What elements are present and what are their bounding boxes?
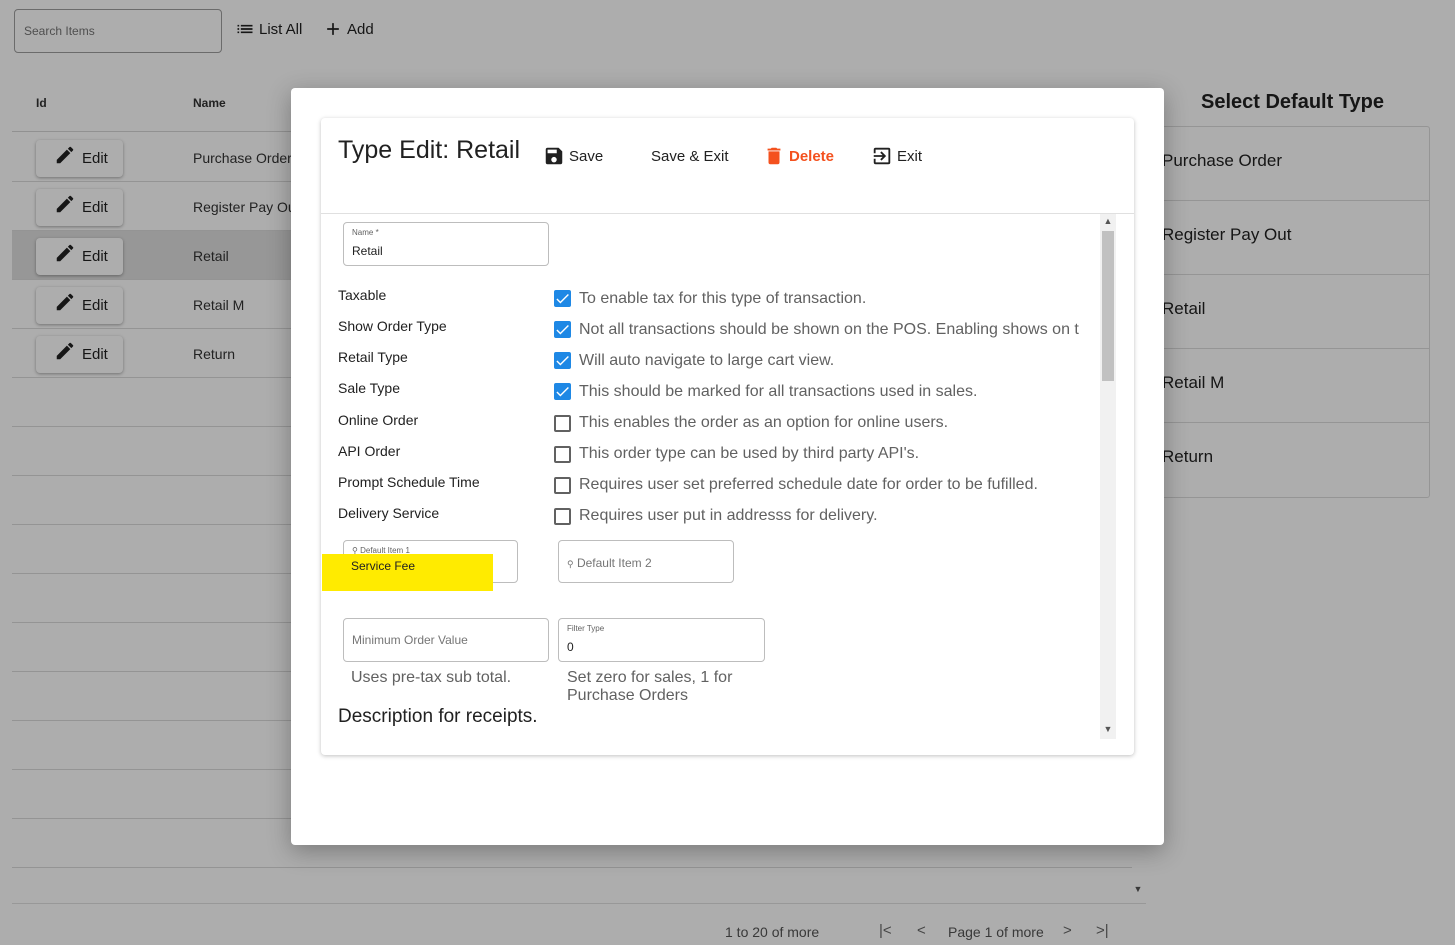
delivery-service-checkbox[interactable] bbox=[554, 508, 571, 525]
option-label-taxable: Taxable bbox=[338, 287, 387, 303]
dialog-body: Name * Retail Taxable To enable tax for … bbox=[321, 214, 1134, 755]
filter-type-field[interactable]: Filter Type 0 bbox=[558, 618, 765, 662]
minimum-order-hint: Uses pre-tax sub total. bbox=[351, 669, 512, 686]
name-field[interactable]: Name * Retail bbox=[343, 222, 549, 266]
search-icon: ⚲ bbox=[567, 559, 574, 569]
name-field-label: Name * bbox=[352, 228, 379, 237]
save-icon bbox=[545, 147, 563, 165]
check-icon bbox=[556, 324, 569, 335]
option-label-delivery-service: Delivery Service bbox=[338, 505, 440, 521]
option-label-api-order: API Order bbox=[338, 443, 401, 459]
check-icon bbox=[556, 293, 569, 304]
filter-type-value: 0 bbox=[567, 640, 574, 654]
name-field-value: Retail bbox=[352, 244, 383, 258]
dialog-header: Type Edit: Retail Save Save & Exit Delet… bbox=[321, 118, 1134, 214]
option-label-sale-type: Sale Type bbox=[338, 380, 401, 396]
description-section-title: Description for receipts. bbox=[338, 706, 538, 727]
online-order-checkbox[interactable] bbox=[554, 415, 571, 432]
check-icon bbox=[556, 355, 569, 366]
taxable-checkbox[interactable] bbox=[554, 290, 571, 307]
filter-type-hint: Set zero for sales, 1 for Purchase Order… bbox=[567, 669, 733, 704]
dialog-title: Type Edit: Retail bbox=[338, 136, 521, 164]
save-exit-label: Save & Exit bbox=[651, 147, 729, 165]
option-label-show-order-type: Show Order Type bbox=[338, 318, 447, 334]
prompt-schedule-time-checkbox[interactable] bbox=[554, 477, 571, 494]
retail-type-checkbox[interactable] bbox=[554, 352, 571, 369]
exit-icon bbox=[873, 147, 891, 165]
scrollbar-thumb[interactable] bbox=[1102, 231, 1114, 381]
default-item-2-placeholder: ⚲ Default Item 2 bbox=[567, 556, 652, 570]
trash-icon bbox=[767, 147, 781, 165]
option-description: Will auto navigate to large cart view. bbox=[579, 352, 835, 369]
option-label-retail-type: Retail Type bbox=[338, 349, 408, 365]
dialog-scrollbar[interactable]: ▲ ▼ bbox=[1100, 214, 1116, 739]
delete-label: Delete bbox=[789, 147, 835, 165]
option-description: This should be marked for all transactio… bbox=[579, 383, 978, 400]
minimum-order-value-placeholder: Minimum Order Value bbox=[352, 633, 468, 647]
exit-button[interactable]: Exit bbox=[871, 143, 922, 169]
default-item-2-placeholder-text: Default Item 2 bbox=[576, 556, 652, 570]
filter-type-label: Filter Type bbox=[567, 624, 605, 633]
type-edit-card: Type Edit: Retail Save Save & Exit Delet… bbox=[321, 118, 1134, 755]
option-description: To enable tax for this type of transacti… bbox=[579, 290, 867, 307]
option-description: Requires user put in addresss for delive… bbox=[579, 507, 878, 524]
option-description: Requires user set preferred schedule dat… bbox=[579, 476, 1038, 493]
save-label: Save bbox=[569, 147, 604, 165]
exit-label: Exit bbox=[897, 147, 923, 165]
type-edit-dialog: Type Edit: Retail Save Save & Exit Delet… bbox=[291, 88, 1164, 845]
save-button[interactable]: Save bbox=[543, 143, 603, 169]
api-order-checkbox[interactable] bbox=[554, 446, 571, 463]
option-description: This order type can be used by third par… bbox=[579, 445, 920, 462]
option-label-online-order: Online Order bbox=[338, 412, 419, 428]
show-order-type-checkbox[interactable] bbox=[554, 321, 571, 338]
option-description: This enables the order as an option for … bbox=[579, 414, 949, 431]
default-item-1-value: Service Fee bbox=[351, 559, 416, 573]
scroll-down-arrow[interactable]: ▼ bbox=[1100, 724, 1116, 734]
default-item-2-field[interactable]: ⚲ Default Item 2 bbox=[558, 540, 734, 583]
check-icon bbox=[556, 386, 569, 397]
option-label-prompt-schedule-time: Prompt Schedule Time bbox=[338, 474, 480, 490]
delete-button[interactable]: Delete bbox=[763, 143, 834, 169]
minimum-order-value-field[interactable]: Minimum Order Value bbox=[343, 618, 549, 662]
option-description: Not all transactions should be shown on … bbox=[579, 321, 1079, 338]
sale-type-checkbox[interactable] bbox=[554, 383, 571, 400]
save-exit-button[interactable]: Save & Exit bbox=[651, 143, 729, 169]
scroll-up-arrow[interactable]: ▲ bbox=[1100, 216, 1116, 226]
